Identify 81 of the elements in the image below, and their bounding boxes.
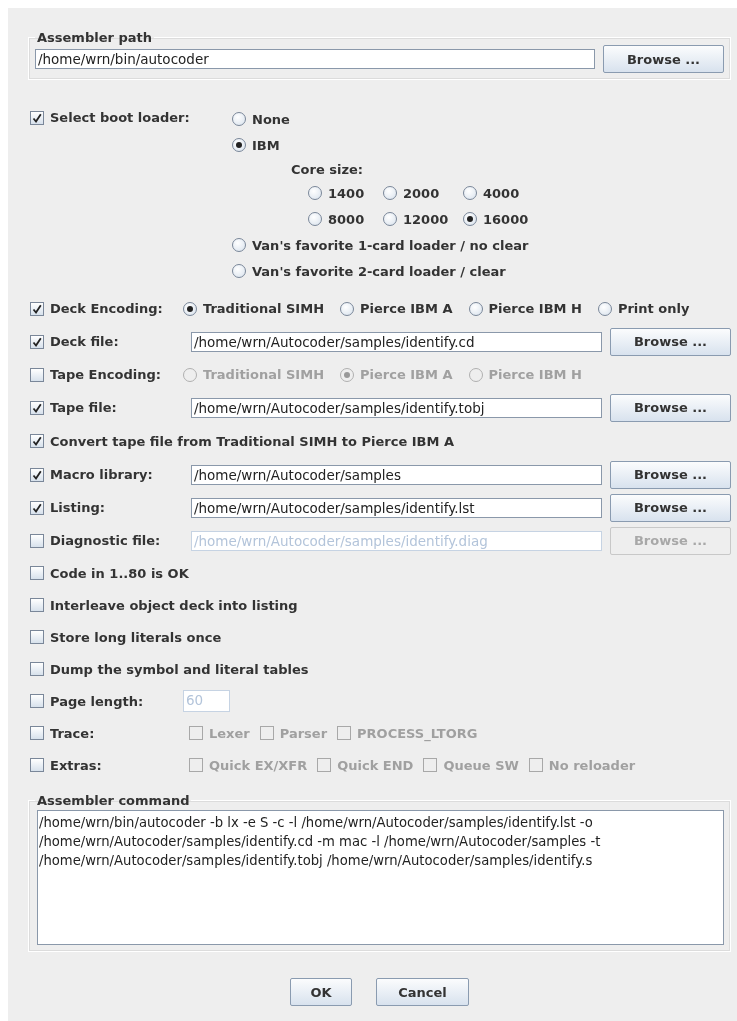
- checkbox[interactable]: [30, 662, 44, 676]
- checkbox-label: Convert tape file from Traditional SIMH to Pierce IBM A: [50, 433, 455, 449]
- radio-label: Traditional SIMH: [203, 367, 324, 382]
- file-path-field[interactable]: /home/wrn/Autocoder/samples/identify.tobj: [191, 397, 602, 418]
- checkbox-label: Diagnostic file:: [50, 533, 161, 548]
- checkbox-label: Dump the symbol and literal tables: [50, 661, 309, 677]
- checkbox[interactable]: [30, 566, 44, 580]
- group-title: Assembler path: [36, 30, 153, 45]
- checkbox[interactable]: [30, 400, 44, 415]
- radio-label: Pierce IBM H: [488, 301, 582, 316]
- command-text-area[interactable]: /home/wrn/bin/autocoder -b lx -e S -c -l /home/wrn/Autocoder/samples/identify.lst -o /home/wrn/Autocoder/samples/identify.cd -m mac -l /home/wrn/Autocoder/samples -t /home/wrn/Autocoder/samples/identify.tobj /home/wrn/Autocoder/samples/identify.s: [37, 810, 724, 945]
- dialog-button[interactable]: Cancel: [376, 978, 469, 1006]
- radio-button[interactable]: [597, 301, 612, 316]
- radio-button[interactable]: [463, 212, 477, 226]
- radio-button[interactable]: [232, 264, 246, 278]
- checkbox-label: Quick EX/XFR: [209, 757, 308, 773]
- checkbox[interactable]: [30, 598, 44, 612]
- checkbox-label: Extras:: [50, 757, 102, 773]
- checkbox-label: No reloader: [548, 757, 636, 773]
- radio-label: 16000: [483, 211, 529, 227]
- radio-button[interactable]: [468, 301, 483, 316]
- checkbox-label: Parser: [279, 725, 328, 741]
- radio-button[interactable]: [232, 112, 246, 126]
- checkbox-label: PROCESS_LTORG: [357, 725, 478, 741]
- checkbox[interactable]: [30, 334, 44, 349]
- radio-button[interactable]: [383, 212, 397, 226]
- group-title: Assembler command: [36, 793, 191, 808]
- radio-label: Van's favorite 1-card loader / no clear: [252, 237, 529, 253]
- radio-label: 1400: [328, 185, 365, 201]
- checkbox-label: Store long literals once: [50, 629, 222, 645]
- checkbox[interactable]: [30, 630, 44, 644]
- radio-button[interactable]: [340, 301, 354, 316]
- radio-label: Traditional SIMH: [203, 301, 324, 316]
- core-size-label: Core size:: [291, 161, 363, 177]
- checkbox-label: Page length:: [50, 693, 144, 709]
- checkbox-label: Trace:: [50, 725, 95, 741]
- browse-button[interactable]: Browse ...: [610, 393, 731, 422]
- checkbox[interactable]: [30, 500, 44, 515]
- checkbox-label: Tape file:: [50, 400, 117, 415]
- checkbox-label: Lexer: [209, 725, 250, 741]
- file-path-field[interactable]: /home/wrn/Autocoder/samples: [191, 464, 602, 485]
- radio-button[interactable]: [232, 138, 246, 152]
- path-field[interactable]: /home/wrn/bin/autocoder: [35, 49, 595, 69]
- radio-button[interactable]: [232, 238, 246, 252]
- checkbox[interactable]: [30, 301, 44, 316]
- radio-label: 2000: [403, 185, 440, 201]
- checkbox-label: Deck Encoding:: [50, 301, 163, 316]
- checkbox-label: Select boot loader:: [50, 110, 190, 125]
- file-path-field[interactable]: /home/wrn/Autocoder/samples/identify.lst: [191, 497, 602, 518]
- radio-button[interactable]: [308, 212, 322, 226]
- checkbox-label: Interleave object deck into listing: [50, 597, 298, 613]
- radio-label: Print only: [617, 301, 690, 316]
- checkbox-label: Queue SW: [443, 757, 519, 773]
- radio-label: IBM: [252, 137, 280, 153]
- browse-button[interactable]: Browse ...: [603, 45, 724, 73]
- checkbox-label: Macro library:: [50, 467, 153, 482]
- radio-label: Pierce IBM H: [488, 367, 582, 382]
- checkbox[interactable]: [30, 110, 44, 125]
- radio-label: Pierce IBM A: [360, 301, 453, 316]
- file-path-field[interactable]: /home/wrn/Autocoder/samples/identify.cd: [191, 331, 602, 352]
- checkbox[interactable]: [30, 434, 44, 448]
- checkbox[interactable]: [30, 467, 44, 482]
- radio-button[interactable]: [463, 186, 477, 200]
- browse-button[interactable]: Browse ...: [610, 493, 731, 522]
- radio-label: Van's favorite 2-card loader / clear: [252, 263, 506, 279]
- checkbox-label: Listing:: [50, 500, 105, 515]
- checkbox-label: Code in 1..80 is OK: [50, 565, 189, 581]
- radio-button[interactable]: [383, 186, 397, 200]
- browse-button[interactable]: Browse ...: [610, 327, 731, 356]
- radio-label: Pierce IBM A: [360, 367, 453, 382]
- radio-button[interactable]: [183, 301, 197, 316]
- browse-button[interactable]: Browse ...: [610, 460, 731, 489]
- checkbox-label: Tape Encoding:: [50, 367, 161, 382]
- radio-button[interactable]: [308, 186, 322, 200]
- dialog-button[interactable]: OK: [290, 978, 352, 1006]
- checkbox-label: Deck file:: [50, 334, 119, 349]
- radio-label: 4000: [483, 185, 520, 201]
- radio-label: None: [252, 111, 290, 127]
- radio-label: 12000: [403, 211, 449, 227]
- checkbox-label: Quick END: [337, 757, 414, 773]
- radio-label: 8000: [328, 211, 365, 227]
